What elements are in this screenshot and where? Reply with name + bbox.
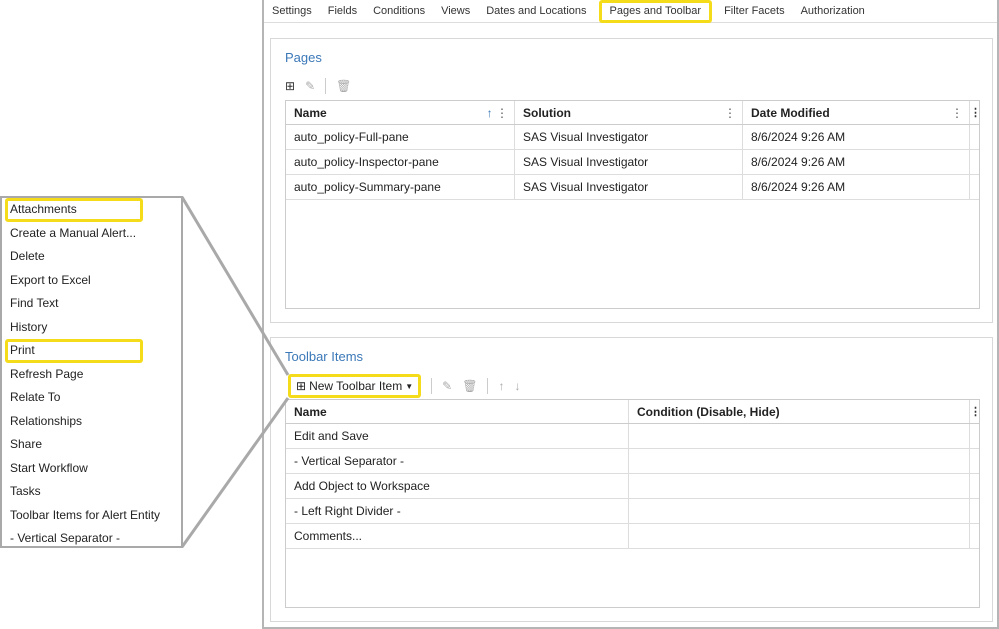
new-toolbar-item-label: New Toolbar Item <box>309 379 403 393</box>
menu-item[interactable]: Print <box>5 339 143 363</box>
move-up-icon[interactable]: ↑ <box>498 379 504 393</box>
table-cell: SAS Visual Investigator <box>515 175 743 199</box>
condition-cell <box>629 499 970 523</box>
divider <box>431 378 433 394</box>
edit-icon[interactable]: ✎ <box>305 79 315 93</box>
table-cell: 8/6/2024 9:26 AM <box>743 175 970 199</box>
table-cell: SAS Visual Investigator <box>515 150 743 174</box>
table-header: Name ↑ ⋮ Solution ⋮ Date Modified ⋮ ⋮ <box>286 101 981 125</box>
tab-pages-toolbar[interactable]: Pages and Toolbar <box>598 0 713 23</box>
table-cell: Edit and Save <box>286 424 629 448</box>
divider <box>325 78 327 94</box>
menu-item[interactable]: Toolbar Items for Alert Entity <box>2 504 181 528</box>
table-cell: SAS Visual Investigator <box>515 125 743 149</box>
column-chooser-icon[interactable]: ⋮ <box>970 106 981 119</box>
table-cell: - Left Right Divider - <box>286 499 629 523</box>
table-row[interactable]: auto_policy-Inspector-pane SAS Visual Inv… <box>286 150 979 175</box>
pages-panel: Pages ⊞ ✎ 🗑 Name ↑ ⋮ Solution ⋮ Date Modif… <box>270 38 993 323</box>
table-cell: auto_policy-Inspector-pane <box>286 150 515 174</box>
table-cell: - Vertical Separator - <box>286 449 629 473</box>
tab-dates-locations[interactable]: Dates and Locations <box>478 0 594 23</box>
menu-item[interactable]: Tasks <box>2 480 181 504</box>
toolbar-items-table: Name Condition (Disable, Hide) ⋮ Edit an… <box>285 399 981 608</box>
sort-ascending-icon[interactable]: ↑ ⋮ <box>487 106 508 120</box>
pages-toolbar: ⊞ ✎ 🗑 <box>285 78 351 94</box>
table-row[interactable]: Add Object to Workspace <box>286 474 979 499</box>
header-label: Solution <box>523 105 571 120</box>
menu-item[interactable]: Attachments <box>5 198 143 222</box>
tab-conditions[interactable]: Conditions <box>365 0 433 23</box>
tab-fields[interactable]: Fields <box>320 0 365 23</box>
table-cell: auto_policy-Full-pane <box>286 125 515 149</box>
delete-icon[interactable]: 🗑 <box>462 379 477 393</box>
column-header-date[interactable]: Date Modified ⋮ <box>743 101 970 124</box>
table-row[interactable]: Comments... <box>286 524 979 549</box>
tab-views[interactable]: Views <box>433 0 478 23</box>
column-chooser-icon[interactable]: ⋮ <box>970 405 981 418</box>
condition-cell <box>629 424 970 448</box>
column-header-condition[interactable]: Condition (Disable, Hide) <box>629 400 970 423</box>
new-page-icon[interactable]: ⊞ <box>285 79 295 93</box>
table-cell: auto_policy-Summary-pane <box>286 175 515 199</box>
dropdown-caret-icon: ▼ <box>405 381 414 391</box>
menu-item[interactable]: Relationships <box>2 410 181 434</box>
column-menu-icon[interactable]: ⋮ <box>724 106 736 120</box>
edit-icon[interactable]: ✎ <box>442 379 452 393</box>
table-row[interactable]: Edit and Save <box>286 424 979 449</box>
pages-table: Name ↑ ⋮ Solution ⋮ Date Modified ⋮ ⋮ auto_… <box>285 100 981 309</box>
menu-item[interactable]: Find Text <box>2 292 181 316</box>
delete-icon[interactable]: 🗑 <box>336 79 351 93</box>
tab-bar: Settings Fields Conditions Views Dates a… <box>264 0 997 23</box>
column-header-name[interactable]: Name <box>286 400 629 423</box>
menu-item[interactable]: Refresh Page <box>2 363 181 387</box>
table-cell: Comments... <box>286 524 629 548</box>
menu-item[interactable]: Create a Manual Alert... <box>2 222 181 246</box>
tab-authorization[interactable]: Authorization <box>793 0 873 23</box>
column-menu-icon[interactable]: ⋮ <box>951 106 963 120</box>
admin-window: Settings Fields Conditions Views Dates a… <box>262 0 999 629</box>
column-header-solution[interactable]: Solution ⋮ <box>515 101 743 124</box>
table-row[interactable]: - Left Right Divider - <box>286 499 979 524</box>
menu-item[interactable]: Relate To <box>2 386 181 410</box>
table-row[interactable]: - Vertical Separator - <box>286 449 979 474</box>
table-cell: 8/6/2024 9:26 AM <box>743 125 970 149</box>
condition-cell <box>629 524 970 548</box>
header-label: Date Modified <box>751 105 830 120</box>
pages-title: Pages <box>285 50 322 65</box>
menu-item[interactable]: - Vertical Separator - <box>2 527 181 551</box>
toolbar-items-menu: Attachments Create a Manual Alert... Delet… <box>0 196 183 548</box>
toolbar-items-title: Toolbar Items <box>285 349 364 364</box>
move-down-icon[interactable]: ↓ <box>514 379 520 393</box>
divider <box>487 378 489 394</box>
table-header: Name Condition (Disable, Hide) ⋮ <box>286 400 981 424</box>
condition-cell <box>629 449 970 473</box>
menu-item[interactable]: Export to Excel <box>2 269 181 293</box>
menu-item[interactable]: Share <box>2 433 181 457</box>
toolbar-items-toolbar: ⊞ New Toolbar Item ▼ ✎ 🗑 ↑ ↓ <box>288 374 520 398</box>
tab-filter-facets[interactable]: Filter Facets <box>716 0 793 23</box>
condition-cell <box>629 474 970 498</box>
toolbar-items-panel: Toolbar Items ⊞ New Toolbar Item ▼ ✎ 🗑 ↑ ↓… <box>270 337 993 622</box>
menu-item[interactable]: History <box>2 316 181 340</box>
menu-item[interactable]: Start Workflow <box>2 457 181 481</box>
table-cell: 8/6/2024 9:26 AM <box>743 150 970 174</box>
header-label: Name <box>294 105 327 120</box>
table-cell: Add Object to Workspace <box>286 474 629 498</box>
new-item-icon: ⊞ <box>296 379 307 393</box>
table-row[interactable]: auto_policy-Summary-pane SAS Visual Inves… <box>286 175 979 200</box>
column-header-name[interactable]: Name ↑ ⋮ <box>286 101 515 124</box>
table-row[interactable]: auto_policy-Full-pane SAS Visual Investig… <box>286 125 979 150</box>
new-toolbar-item-button[interactable]: ⊞ New Toolbar Item ▼ <box>288 374 422 398</box>
tab-settings[interactable]: Settings <box>264 0 320 23</box>
menu-item[interactable]: Delete <box>2 245 181 269</box>
